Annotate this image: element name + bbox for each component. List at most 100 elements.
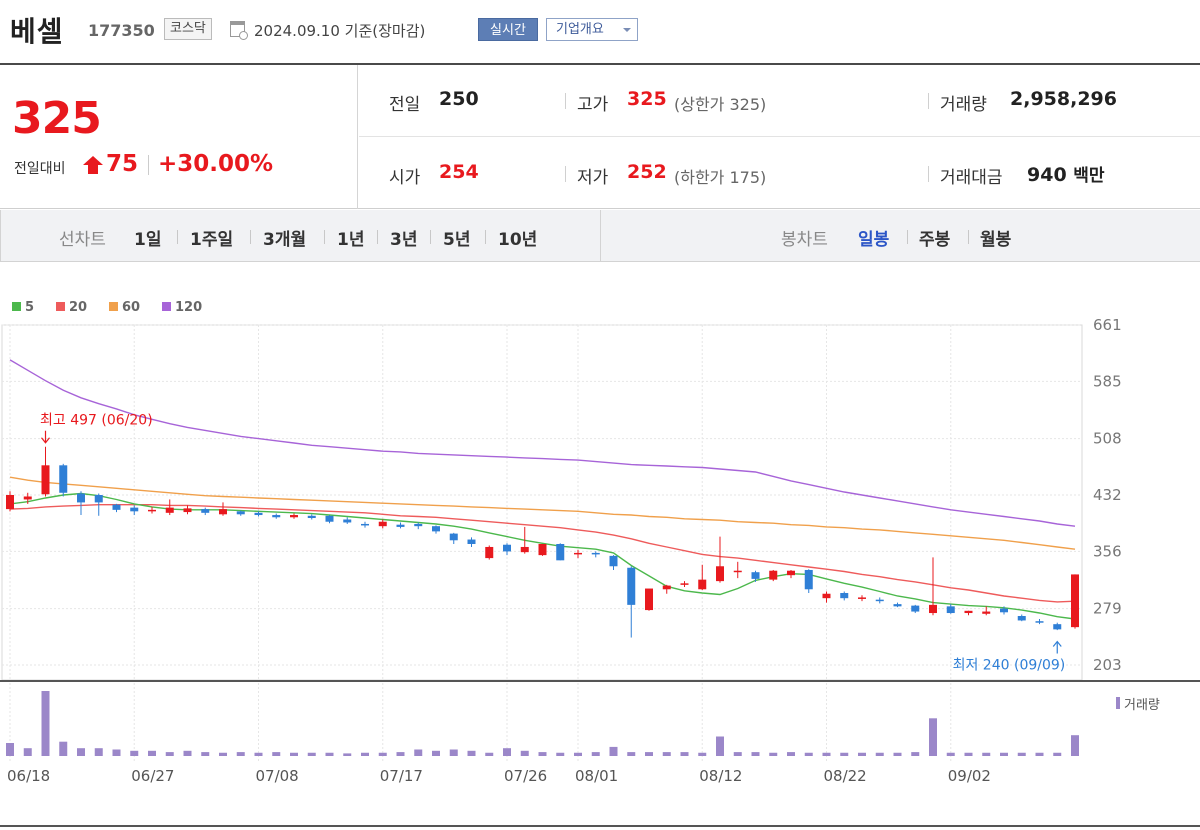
candle-body [378, 521, 387, 527]
tab-1w[interactable]: 1주일 [190, 225, 233, 250]
prev-close-label: 전일 [389, 95, 421, 115]
x-tick-label: 07/26 [504, 767, 547, 785]
tab-1d[interactable]: 1일 [134, 225, 161, 250]
chart-canvas[interactable]: 661 585 508 432 356 279 203 06/18 06/27 07/08 07/1… [0, 263, 1200, 830]
up-arrow-icon [83, 156, 103, 174]
volume-bar [733, 752, 742, 756]
candle-body [520, 546, 529, 553]
volume-bar [787, 752, 795, 756]
y-tick-label: 661 [1093, 316, 1122, 334]
candle-body [432, 526, 440, 532]
stock-chart[interactable]: 5 20 60 120 661 585 508 432 356 279 203 06/18 06… [0, 263, 1200, 830]
candle-body [165, 507, 174, 513]
candle-body [538, 543, 547, 556]
volume-bar [769, 752, 778, 756]
volume-bar [858, 752, 866, 756]
x-tick-label: 09/02 [948, 767, 991, 785]
candle-body [236, 511, 245, 515]
high-annotation: 최고 497 (06/20) [40, 413, 153, 429]
volume-bar [290, 752, 298, 756]
price-plot-frame [1, 324, 1083, 681]
volume-bar [964, 752, 973, 756]
candle-body [751, 572, 760, 579]
trade-value-label: 거래대금 [940, 168, 1003, 188]
low-label: 저가 [577, 168, 609, 188]
tab-weekly-candle[interactable]: 주봉 [919, 225, 950, 250]
candle-body [556, 543, 565, 561]
chart-period-tabs: 선차트 1일 1주일 3개월 1년 3년 5년 10년 봉차트 일봉 주봉 월봉 [0, 210, 1200, 262]
tab-daily-candle[interactable]: 일봉 [858, 225, 889, 250]
divider [565, 166, 566, 182]
volume-bar [1053, 752, 1062, 756]
volume-bar [804, 752, 813, 756]
divider [250, 230, 251, 244]
low-value: 252 [627, 161, 667, 183]
volume-bar [467, 750, 476, 756]
volume-bar [698, 752, 707, 756]
candle [769, 569, 778, 582]
candle-body [148, 509, 156, 512]
low-annotation: 최저 240 (09/09) [953, 658, 1066, 674]
candle-body [94, 495, 103, 503]
volume-bar [6, 743, 14, 756]
candle-body [680, 583, 689, 585]
candle-body [662, 585, 671, 590]
volume-bar [911, 752, 920, 756]
tab-5y[interactable]: 5년 [443, 225, 470, 250]
candle [556, 543, 565, 561]
tab-10y[interactable]: 10년 [498, 225, 537, 250]
tab-1y[interactable]: 1년 [337, 225, 364, 250]
candle-body [307, 515, 316, 519]
divider [324, 230, 325, 244]
volume-bar [148, 750, 156, 756]
x-tick-label: 07/17 [380, 767, 423, 785]
divider [928, 93, 929, 109]
volume-bar [485, 752, 494, 756]
volume-bar [645, 752, 653, 756]
volume-bar [929, 718, 937, 756]
volume-bar [556, 752, 565, 756]
volume-bar [680, 752, 689, 756]
realtime-button[interactable]: 실시간 [478, 18, 538, 41]
tab-3y[interactable]: 3년 [390, 225, 417, 250]
candle-body [183, 508, 192, 513]
stock-name: 베셀 [10, 15, 64, 48]
volume-bar [23, 748, 32, 756]
candle-body [875, 599, 884, 602]
candle-body [6, 495, 14, 510]
candle [645, 588, 653, 611]
candle-body [130, 507, 139, 512]
divider [177, 230, 178, 244]
tab-3m[interactable]: 3개월 [263, 225, 306, 250]
candle-body [59, 465, 68, 493]
volume-bar [130, 750, 139, 756]
candle-body [733, 570, 742, 573]
y-tick-label: 508 [1093, 430, 1122, 448]
chevron-down-icon [623, 28, 631, 32]
candle-body [787, 570, 795, 576]
volume-bar [662, 752, 671, 756]
candle-body [503, 544, 511, 552]
y-tick-label: 432 [1093, 486, 1122, 504]
candle-body [645, 588, 653, 611]
candle-body [1000, 608, 1008, 613]
candle-body [858, 597, 866, 599]
tab-monthly-candle[interactable]: 월봉 [980, 225, 1011, 250]
volume-bar [574, 752, 582, 756]
open-value: 254 [439, 161, 479, 183]
volume-bar [361, 752, 369, 756]
quote-panel: 325 전일대비 75 +30.00% 전일 250 고가 325 (상한가 3… [0, 63, 1200, 209]
volume-bar [716, 736, 724, 756]
candle-body [574, 552, 582, 555]
volume-bar [219, 752, 227, 756]
price-change: 75 [106, 151, 139, 177]
calendar-icon [230, 21, 248, 40]
volume-legend-swatch [1116, 697, 1120, 709]
volume-bar [183, 750, 192, 756]
divider [565, 93, 566, 109]
company-overview-dropdown[interactable]: 기업개요 [546, 18, 638, 41]
divider [359, 136, 1200, 137]
volume-bar [1035, 752, 1044, 756]
candle-body [201, 509, 210, 513]
volume-bar [822, 752, 831, 756]
